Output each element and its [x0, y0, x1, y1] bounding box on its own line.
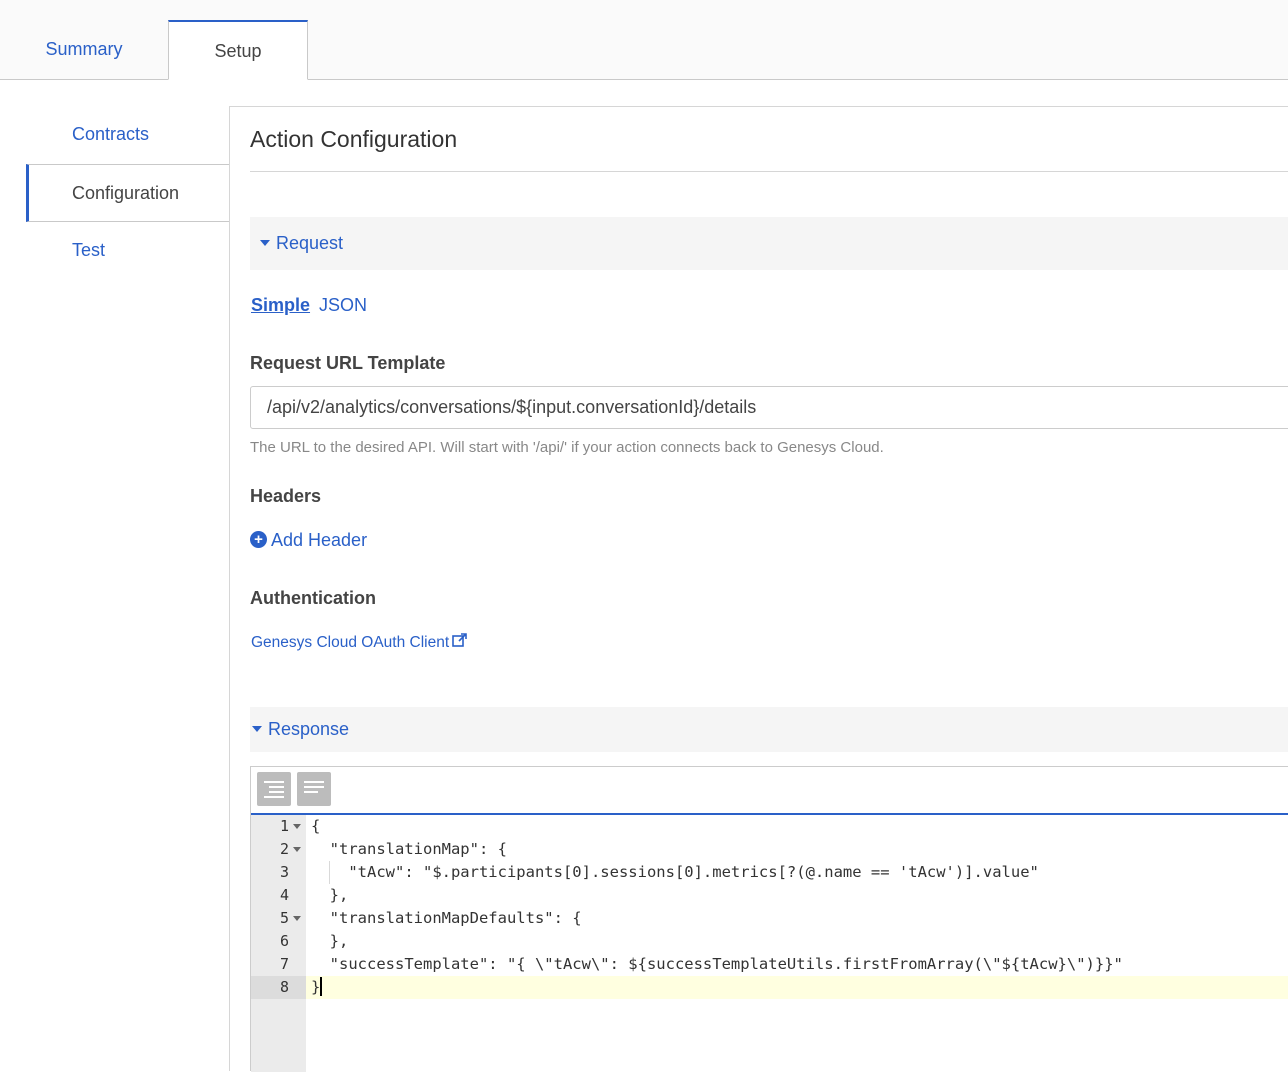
response-json-editor[interactable]: 1 2 3 4 5 6 7 8 { "translationMap": { "t…: [250, 766, 1288, 1072]
request-section-label: Request: [276, 233, 344, 253]
external-link-icon: [452, 633, 467, 648]
fold-arrow-icon[interactable]: [293, 916, 301, 921]
request-section-toggle[interactable]: Request: [250, 217, 1288, 270]
code-line: "translationMapDefaults": {: [311, 909, 582, 927]
line-number: 6: [279, 932, 289, 950]
editor-gutter: 1 2 3 4 5 6 7 8: [251, 815, 306, 1072]
line-number: 4: [279, 886, 289, 904]
page-title: Action Configuration: [250, 126, 458, 152]
tab-setup[interactable]: Setup: [168, 20, 308, 80]
add-header-label: Add Header: [271, 530, 368, 550]
fold-arrow-icon[interactable]: [293, 824, 301, 829]
line-number-active: 8: [251, 976, 306, 999]
mode-json-link[interactable]: JSON: [319, 295, 367, 315]
text-cursor: [320, 976, 323, 996]
nav-item-contracts[interactable]: Contracts: [26, 106, 230, 164]
line-number: 2: [251, 838, 306, 861]
plus-circle-icon: +: [250, 531, 267, 549]
authentication-label: Authentication: [250, 588, 376, 608]
editor-code-area[interactable]: { "translationMap": { "tAcw": "$.partici…: [306, 815, 1288, 1072]
code-line: "translationMap": {: [311, 840, 507, 858]
code-line-active: }: [306, 976, 1288, 999]
line-number: 1: [251, 815, 306, 838]
tab-summary[interactable]: Summary: [0, 20, 168, 79]
code-line: "tAcw": "$.participants[0].sessions[0].m…: [311, 863, 1039, 881]
title-divider: [250, 171, 1288, 172]
code-line: },: [311, 886, 349, 904]
code-line: {: [311, 817, 321, 835]
line-number: 7: [279, 955, 289, 973]
request-url-label: Request URL Template: [250, 353, 446, 373]
add-header-button[interactable]: + Add Header: [250, 530, 367, 551]
code-line: },: [311, 932, 349, 950]
caret-down-icon: [252, 725, 262, 732]
request-mode-toggle: Simple JSON: [251, 295, 367, 316]
mode-simple-link[interactable]: Simple: [251, 295, 310, 315]
auth-oauth-client-link[interactable]: Genesys Cloud OAuth Client: [251, 633, 468, 652]
response-section-label: Response: [268, 719, 350, 739]
editor-toolbar: [251, 767, 1288, 815]
fold-arrow-icon[interactable]: [293, 847, 301, 852]
headers-label: Headers: [250, 486, 322, 506]
response-section-toggle[interactable]: Response: [250, 707, 1288, 752]
compact-json-button[interactable]: [297, 772, 331, 806]
auth-link-label: Genesys Cloud OAuth Client: [251, 634, 450, 651]
format-json-button[interactable]: [257, 772, 291, 806]
caret-down-icon: [260, 239, 270, 246]
line-number: 3: [279, 863, 289, 881]
code-line: "successTemplate": "{ \"tAcw\": ${succes…: [311, 955, 1123, 973]
nav-item-configuration[interactable]: Configuration: [26, 164, 230, 222]
top-tab-bar: Summary Setup: [0, 0, 1288, 80]
line-number: 5: [251, 907, 306, 930]
request-url-input[interactable]: [250, 386, 1288, 429]
nav-item-test[interactable]: Test: [26, 222, 230, 280]
request-url-help-text: The URL to the desired API. Will start w…: [250, 439, 884, 456]
